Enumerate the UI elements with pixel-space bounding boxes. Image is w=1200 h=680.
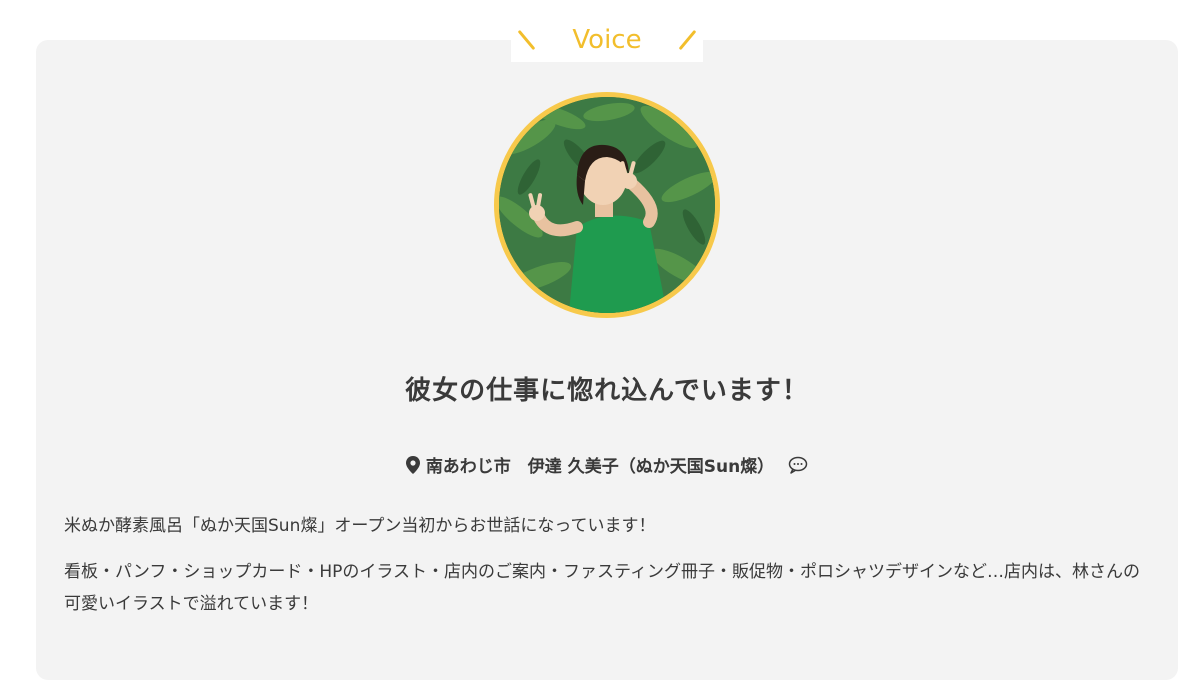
testimonial-body: 米ぬか酵素風呂「ぬか天国Sun燦」オープン当初からお世話になっています！ 看板・…	[64, 510, 1144, 634]
testimonial-title: 彼女の仕事に惚れ込んでいます！	[405, 376, 809, 406]
section-heading-text: Voice	[542, 18, 672, 62]
speech-bubble-icon	[788, 456, 808, 474]
map-pin-icon	[405, 455, 420, 474]
testimonial-paragraph-1: 米ぬか酵素風呂「ぬか天国Sun燦」オープン当初からお世話になっています！	[64, 516, 656, 536]
testimonial-meta: 南あわじ市 伊達 久美子（ぬか天国Sun燦）	[0, 452, 1200, 477]
section-heading-overlay: Voice	[0, 18, 1200, 62]
avatar-photo-illustration	[499, 97, 715, 313]
heading-slash-right	[678, 29, 696, 51]
testimonial-paragraph-2: 看板・パンフ・ショップカード・HPのイラスト・店内のご案内・ファスティング冊子・…	[64, 562, 1141, 614]
avatar	[494, 92, 720, 318]
testimonial-author: 南あわじ市 伊達 久美子（ぬか天国Sun燦）	[425, 457, 775, 477]
heading-slash-left	[518, 29, 536, 51]
